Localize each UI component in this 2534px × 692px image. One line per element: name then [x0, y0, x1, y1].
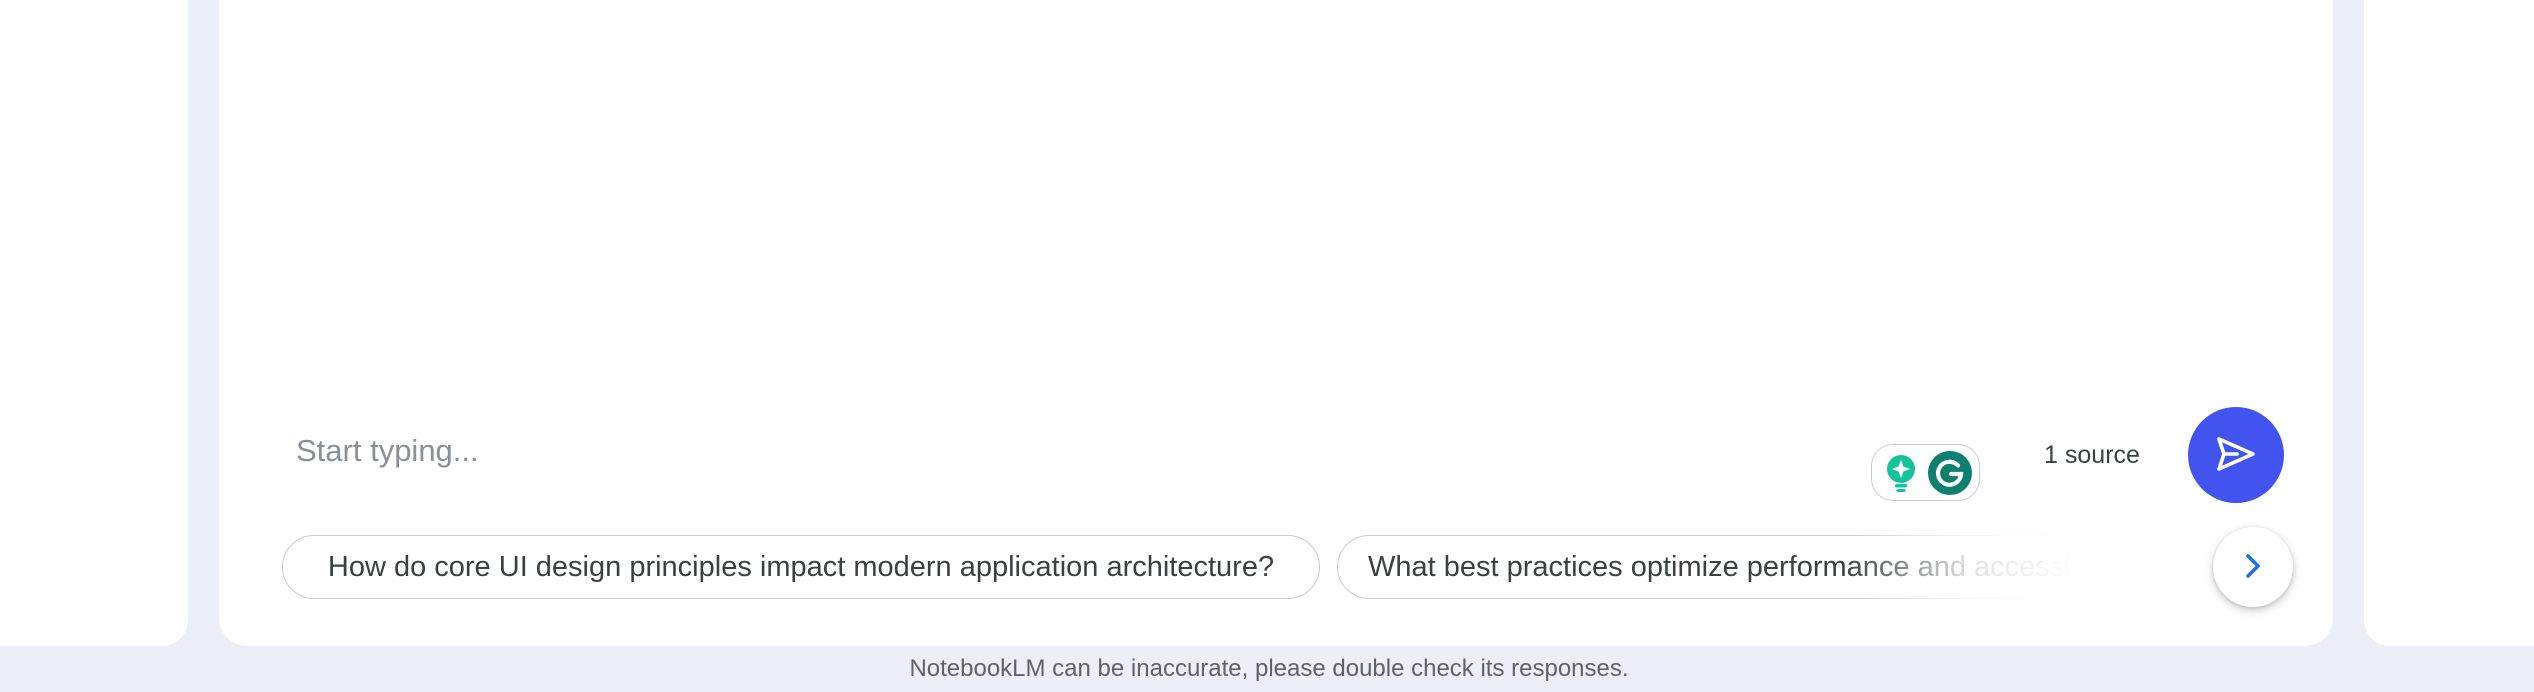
suggestion-chips: How do core UI design principles impact …	[282, 535, 2254, 599]
grammarly-lightbulb-icon[interactable]	[1884, 454, 1918, 499]
sources-panel	[0, 0, 188, 646]
grammarly-widget[interactable]	[1871, 444, 1980, 501]
suggestion-chip[interactable]: How do core UI design principles impact …	[282, 535, 1320, 599]
suggestion-chip[interactable]: What best practices optimize performance…	[1337, 535, 2254, 599]
grammarly-g-icon[interactable]	[1927, 450, 1973, 501]
disclaimer-text: NotebookLM can be inaccurate, please dou…	[909, 655, 1629, 682]
next-suggestions-button[interactable]	[2213, 527, 2293, 607]
chevron-right-icon	[2240, 551, 2266, 584]
send-button[interactable]	[2188, 407, 2284, 503]
source-count: 1 source	[2044, 441, 2140, 469]
studio-panel	[2364, 0, 2534, 646]
disclaimer-footer: NotebookLM can be inaccurate, please dou…	[0, 650, 2534, 688]
chat-input[interactable]	[296, 426, 1796, 476]
send-icon	[2215, 436, 2257, 475]
